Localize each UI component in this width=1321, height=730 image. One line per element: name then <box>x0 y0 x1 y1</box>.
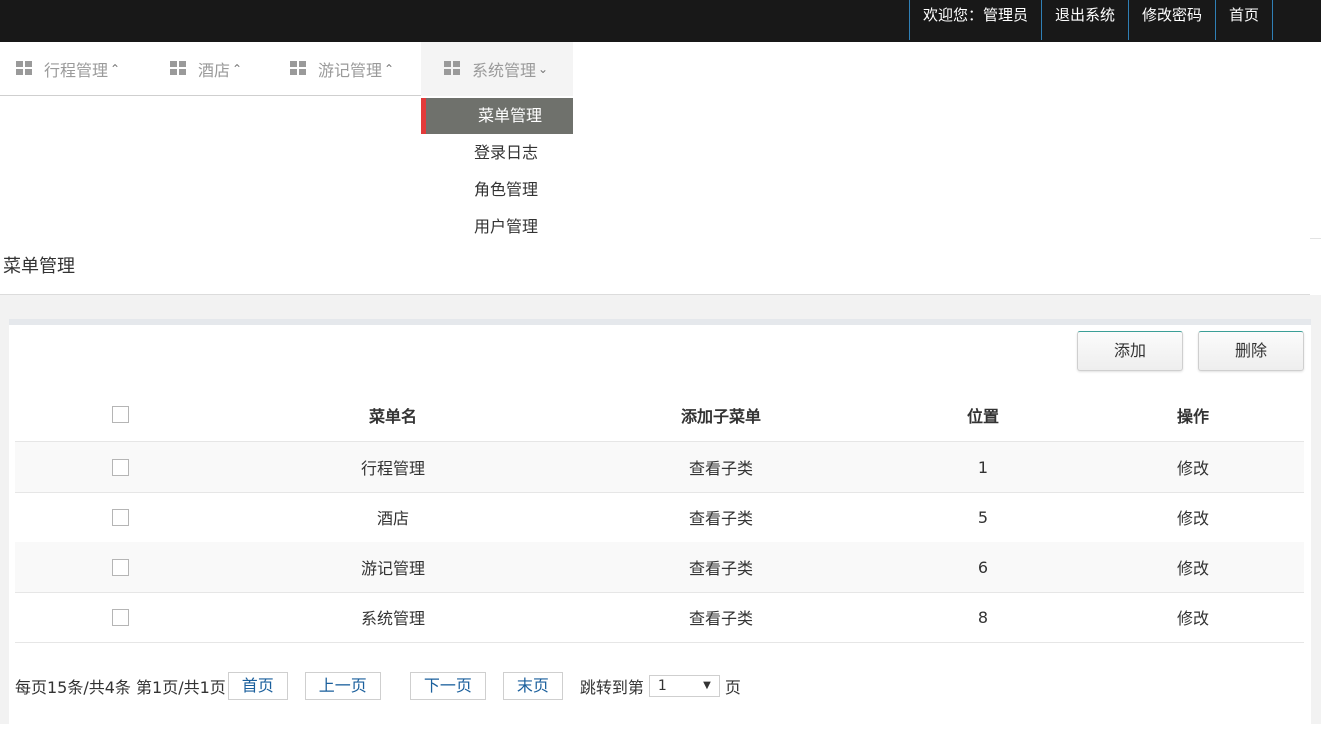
submenu-item-roles[interactable]: 角色管理 <box>421 171 573 208</box>
chevron-up-icon: ⌃ <box>384 62 395 76</box>
nav-item-label: 游记管理 <box>318 61 383 80</box>
jump-label: 跳转到第 <box>579 678 644 697</box>
menu-name-cell: 游记管理 <box>360 559 425 578</box>
view-subitems-link[interactable]: 查看子类 <box>571 542 871 592</box>
add-button[interactable]: 添加 <box>1077 331 1183 371</box>
nav-item-itinerary[interactable]: 行程管理 ⌃ <box>16 42 120 96</box>
table-header-row: 菜单名 添加子菜单 位置 操作 <box>15 388 1304 442</box>
next-page-button[interactable]: 下一页 <box>409 672 486 700</box>
nav-item-label: 行程管理 <box>44 61 109 80</box>
grid-icon <box>290 61 307 77</box>
view-subitems-link[interactable]: 查看子类 <box>571 592 871 642</box>
change-password-link[interactable]: 修改密码 <box>1127 0 1215 40</box>
pager-summary: 每页15条/共4条 第1页/共1页 <box>15 678 226 697</box>
edit-link[interactable]: 修改 <box>1093 542 1293 592</box>
column-header: 菜单名 <box>368 406 417 426</box>
nav-item-travelogue[interactable]: 游记管理 ⌃ <box>290 42 394 96</box>
delete-button[interactable]: 删除 <box>1198 331 1304 371</box>
system-submenu: 菜单管理 登录日志 角色管理 用户管理 <box>421 98 573 245</box>
page-select[interactable]: 1 ▼ <box>648 675 720 697</box>
chevron-down-icon: ⌄ <box>538 62 549 76</box>
submenu-item-login-log[interactable]: 登录日志 <box>421 134 573 171</box>
position-cell: 5 <box>977 507 989 527</box>
menu-name-cell: 酒店 <box>376 509 409 528</box>
row-checkbox[interactable] <box>111 608 129 626</box>
edit-link[interactable]: 修改 <box>1093 492 1293 542</box>
position-cell: 6 <box>977 557 989 577</box>
top-links: 欢迎您：管理员 退出系统 修改密码 首页 <box>908 0 1273 40</box>
view-subitems-link[interactable]: 查看子类 <box>571 492 871 542</box>
submenu-item-menu[interactable]: 菜单管理 <box>421 98 573 134</box>
prev-page-button[interactable]: 上一页 <box>304 672 381 700</box>
column-header: 操作 <box>1176 406 1209 426</box>
jump-suffix: 页 <box>724 678 741 697</box>
logout-link[interactable]: 退出系统 <box>1040 0 1128 40</box>
grid-icon <box>444 61 461 77</box>
main-nav: 行程管理 ⌃ 酒店 ⌃ 游记管理 ⌃ 系统管理 ⌄ 菜单管理 登录日志 角色管理… <box>0 42 1321 239</box>
last-page-button[interactable]: 末页 <box>502 672 563 700</box>
menu-name-cell: 系统管理 <box>360 609 425 628</box>
column-header: 添加子菜单 <box>680 406 761 426</box>
welcome-text: 欢迎您：管理员 <box>908 0 1041 40</box>
nav-item-label: 酒店 <box>198 61 231 80</box>
nav-item-system[interactable]: 系统管理 ⌄ <box>421 42 573 96</box>
chevron-up-icon: ⌃ <box>110 62 121 76</box>
column-header: 位置 <box>966 406 999 426</box>
select-all-checkbox[interactable] <box>111 406 129 423</box>
page-header: 菜单管理 <box>0 238 1310 295</box>
view-subitems-link[interactable]: 查看子类 <box>571 442 871 492</box>
position-cell: 1 <box>977 457 989 477</box>
row-checkbox[interactable] <box>111 558 129 576</box>
table-row: 酒店 查看子类 5 修改 <box>15 492 1304 543</box>
first-page-button[interactable]: 首页 <box>227 672 288 700</box>
page-title: 菜单管理 <box>3 256 75 277</box>
page-select-value: 1 <box>657 678 667 694</box>
table-row: 系统管理 查看子类 8 修改 <box>15 592 1304 643</box>
table-row: 游记管理 查看子类 6 修改 <box>15 542 1304 593</box>
table-row: 行程管理 查看子类 1 修改 <box>15 442 1304 493</box>
row-checkbox[interactable] <box>111 458 129 476</box>
chevron-up-icon: ⌃ <box>232 62 243 76</box>
grid-icon <box>170 61 187 77</box>
position-cell: 8 <box>977 607 989 627</box>
dropdown-arrow-icon: ▼ <box>703 680 711 691</box>
edit-link[interactable]: 修改 <box>1093 592 1293 642</box>
home-link[interactable]: 首页 <box>1214 0 1273 40</box>
grid-icon <box>16 61 33 77</box>
edit-link[interactable]: 修改 <box>1093 442 1293 492</box>
nav-item-label: 系统管理 <box>472 61 537 80</box>
nav-item-hotel[interactable]: 酒店 ⌃ <box>170 42 242 96</box>
menu-name-cell: 行程管理 <box>360 459 425 478</box>
top-bar: 欢迎您：管理员 退出系统 修改密码 首页 <box>0 0 1321 42</box>
pagination: 每页15条/共4条 第1页/共1页 首页 上一页 下一页 末页 跳转到第 1 ▼… <box>15 672 741 700</box>
row-checkbox[interactable] <box>111 508 129 526</box>
